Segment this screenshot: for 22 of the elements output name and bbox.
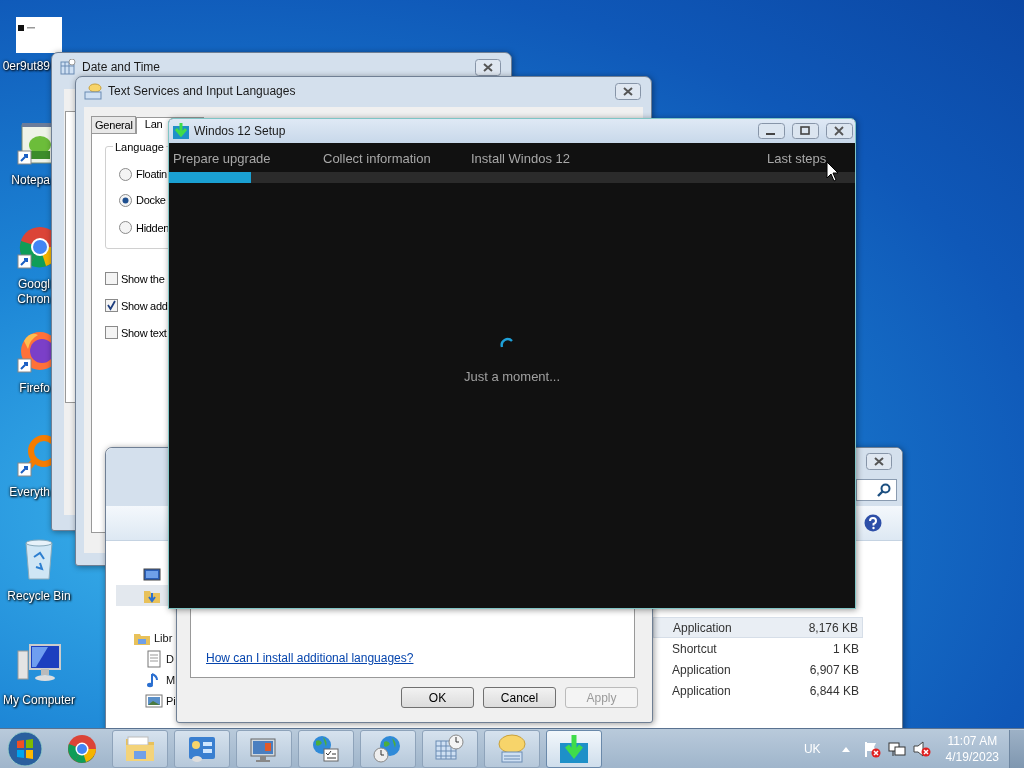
step-label: Last steps [767, 151, 828, 168]
window-title: Windos 12 Setup [194, 124, 286, 138]
checkbox-label: Show the [121, 272, 165, 285]
file-size: 1 KB [833, 641, 859, 656]
file-type: Application [673, 620, 732, 635]
file-type: Shortcut [672, 641, 717, 656]
radio-label: Docke [136, 194, 166, 206]
window-title: Date and Time [82, 60, 161, 74]
file-size: 6,907 KB [809, 662, 859, 677]
file-size: 6,844 KB [809, 683, 859, 698]
file-type: Application [672, 683, 731, 698]
step-label: Prepare upgrade [173, 151, 272, 168]
window-title: Text Services and Input Languages [108, 84, 296, 98]
checkbox-label: Show text [121, 326, 167, 339]
step-label: Install Windos 12 [471, 151, 571, 168]
checkbox-label: Show add [121, 299, 168, 312]
step-label: Collect information [323, 151, 432, 168]
file-size: 8,176 KB [808, 620, 858, 635]
radio-label: Floatin [136, 168, 167, 180]
status-text: Just a moment... [463, 369, 561, 384]
group-label: Language [113, 141, 166, 153]
file-type: Application [672, 662, 731, 677]
